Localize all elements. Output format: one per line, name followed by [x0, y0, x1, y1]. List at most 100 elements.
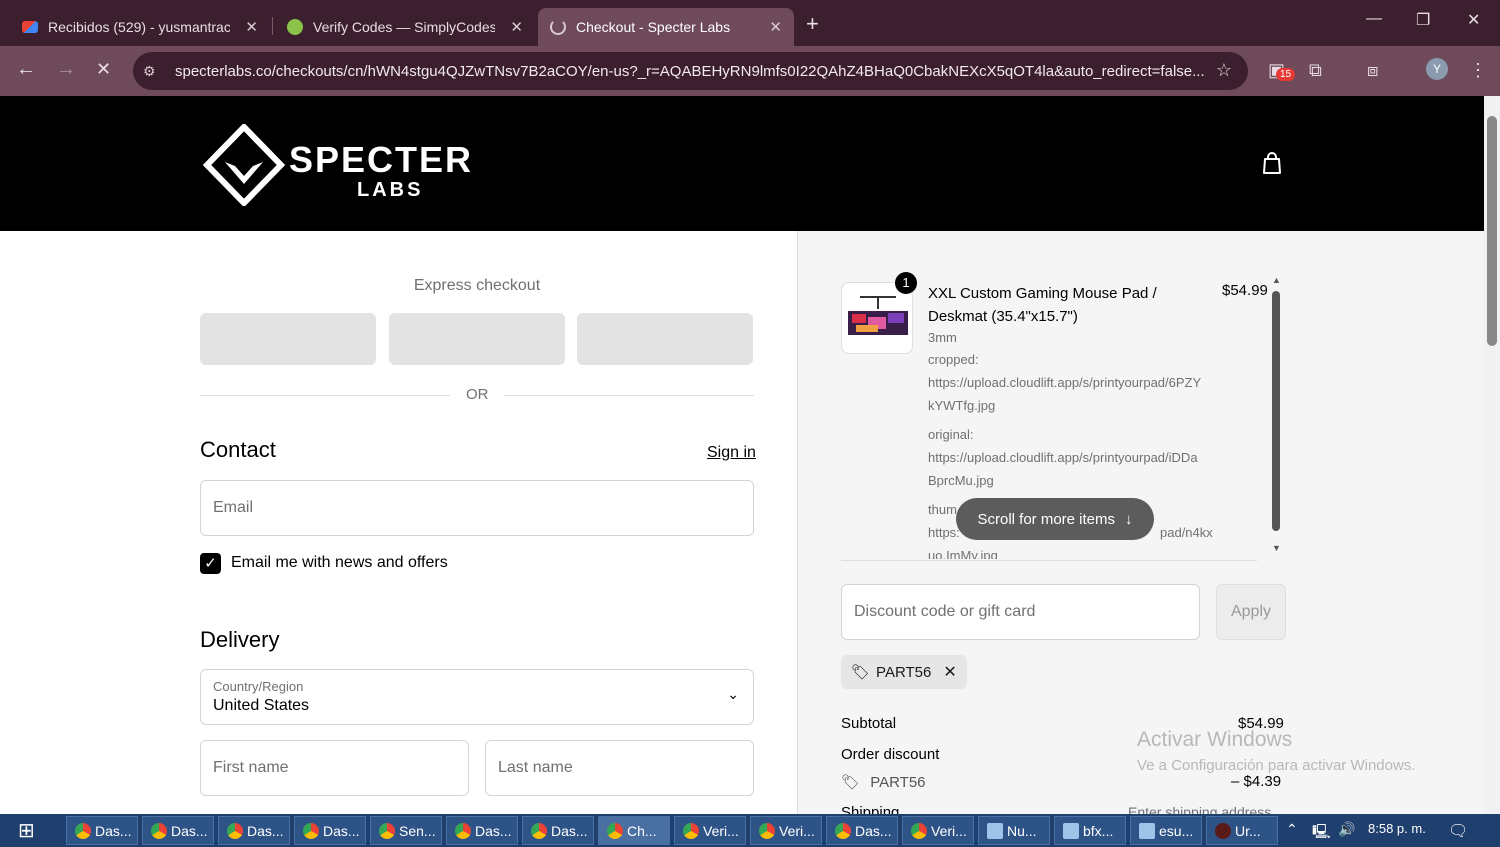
- tag-icon: 🏷: [841, 774, 861, 791]
- puzzle-icon[interactable]: ⧉: [1309, 60, 1322, 81]
- url-text[interactable]: specterlabs.co/checkouts/cn/hWN4stgu4QJZ…: [175, 63, 1205, 80]
- close-tab-icon[interactable]: ✕: [510, 18, 523, 36]
- taskbar-task-label: Sen...: [399, 822, 436, 839]
- taskbar-task[interactable]: bfx...: [1054, 816, 1126, 845]
- taskbar-task-label: esu...: [1159, 822, 1194, 839]
- cast-icon[interactable]: ⧈: [1367, 60, 1378, 81]
- address-bar[interactable]: ⚙ specterlabs.co/checkouts/cn/hWN4stgu4Q…: [133, 52, 1248, 90]
- close-window-icon[interactable]: ✕: [1467, 10, 1480, 30]
- taskbar-task-label: Nu...: [1007, 822, 1037, 839]
- restore-icon[interactable]: ❐: [1416, 10, 1430, 30]
- divider: [200, 395, 450, 396]
- taskbar-task[interactable]: Veri...: [674, 816, 746, 845]
- taskbar-task[interactable]: Ur...: [1206, 816, 1278, 845]
- close-tab-icon[interactable]: ✕: [769, 18, 782, 36]
- subtotal-label: Subtotal: [841, 715, 897, 732]
- news-checkbox-label[interactable]: Email me with news and offers: [231, 554, 448, 572]
- notepad-icon: [987, 822, 1003, 839]
- site-info-icon[interactable]: ⚙: [143, 63, 163, 80]
- product-meta: cropped:: [928, 352, 979, 367]
- windows-watermark-subtitle: Ve a Configuración para activar Windows.: [1137, 757, 1416, 774]
- taskbar-task-label: Ur...: [1235, 822, 1261, 839]
- page-scrollbar[interactable]: [1484, 96, 1500, 814]
- chrome-icon: [759, 822, 775, 839]
- close-tab-icon[interactable]: ✕: [245, 18, 258, 36]
- specter-labs-logo[interactable]: SPECTER LABS: [203, 124, 523, 206]
- bookmark-star-icon[interactable]: ☆: [1216, 60, 1232, 81]
- product-meta: kYWTfg.jpg: [928, 398, 996, 413]
- discount-code-field[interactable]: Discount code or gift card: [841, 584, 1200, 640]
- applied-code-chip: 🏷 PART56 ✕: [841, 655, 967, 689]
- express-pay-button[interactable]: [389, 313, 565, 365]
- sign-in-link[interactable]: Sign in: [707, 444, 756, 462]
- contact-heading: Contact: [200, 437, 276, 462]
- scrollbar-thumb[interactable]: [1487, 116, 1497, 346]
- tab-title: Checkout - Specter Labs: [576, 19, 731, 35]
- taskbar-task[interactable]: Das...: [218, 816, 290, 845]
- shopping-bag-icon[interactable]: [1260, 151, 1284, 175]
- news-checkbox[interactable]: ✓: [200, 553, 221, 574]
- taskbar-task[interactable]: Nu...: [978, 816, 1050, 845]
- express-pay-button[interactable]: [577, 313, 753, 365]
- taskbar-task-label: Das...: [247, 822, 284, 839]
- scroll-more-button[interactable]: Scroll for more items ↓: [956, 498, 1154, 540]
- shipping-label: Shipping: [841, 804, 900, 814]
- email-field[interactable]: Email: [200, 480, 754, 536]
- last-name-field[interactable]: Last name: [485, 740, 754, 796]
- product-meta: BprcMu.jpg: [928, 473, 994, 488]
- taskbar-task[interactable]: Veri...: [750, 816, 822, 845]
- notifications-icon[interactable]: 🗨: [1448, 821, 1468, 841]
- back-icon[interactable]: ←: [16, 58, 36, 81]
- tab-title: Verify Codes — SimplyCodes: [313, 19, 495, 35]
- chrome-icon: [151, 822, 167, 839]
- product-meta: https:: [928, 525, 960, 540]
- order-summary: 1 XXL Custom Gaming Mouse Pad / Deskmat …: [797, 231, 1484, 814]
- order-discount-code: PART56: [870, 774, 926, 791]
- remove-code-icon[interactable]: ✕: [943, 662, 956, 682]
- minimize-icon[interactable]: —: [1366, 10, 1382, 28]
- tab-simplycodes[interactable]: Verify Codes — SimplyCodes ✕: [275, 8, 535, 46]
- network-icon[interactable]: 🖳: [1312, 821, 1331, 845]
- forward-icon[interactable]: →: [56, 58, 76, 81]
- taskbar-task[interactable]: Veri...: [902, 816, 974, 845]
- gmail-icon: [22, 21, 38, 33]
- stop-loading-icon[interactable]: ✕: [96, 59, 111, 80]
- express-pay-button[interactable]: [200, 313, 376, 365]
- menu-icon[interactable]: ⋮: [1469, 60, 1487, 81]
- product-meta: https://upload.cloudlift.app/s/printyour…: [928, 450, 1198, 465]
- taskbar-task[interactable]: Sen...: [370, 816, 442, 845]
- chrome-icon: [683, 822, 699, 839]
- volume-icon[interactable]: 🔊: [1338, 821, 1355, 838]
- clock[interactable]: 8:58 p. m.: [1368, 821, 1426, 836]
- tray-chevron-icon[interactable]: ⌃: [1286, 821, 1298, 838]
- items-scrollbar[interactable]: [1272, 291, 1280, 531]
- avatar[interactable]: Y: [1426, 58, 1448, 80]
- tab-gmail[interactable]: Recibidos (529) - yusmantrack6 ✕: [10, 8, 270, 46]
- new-tab-button[interactable]: +: [806, 11, 819, 37]
- taskbar-task[interactable]: Das...: [826, 816, 898, 845]
- taskbar-task[interactable]: Das...: [522, 816, 594, 845]
- scroll-down-arrow[interactable]: ▼: [1272, 543, 1281, 553]
- browser-toolbar: ← → ✕ ⚙ specterlabs.co/checkouts/cn/hWN4…: [0, 46, 1500, 96]
- order-discount-value: – $4.39: [1231, 773, 1282, 790]
- taskbar-task[interactable]: Ch...: [598, 816, 670, 845]
- chrome-icon: [227, 822, 243, 839]
- checkout-page: SPECTER LABS Express checkout OR Contact…: [0, 96, 1484, 814]
- taskbar-task[interactable]: Das...: [142, 816, 214, 845]
- start-grid-icon[interactable]: ⊞: [18, 818, 35, 843]
- divider: [504, 395, 754, 396]
- country-select[interactable]: Country/Region United States ⌄: [200, 669, 754, 725]
- notepad-icon: [1139, 822, 1155, 839]
- taskbar-task[interactable]: esu...: [1130, 816, 1202, 845]
- taskbar-task[interactable]: Das...: [294, 816, 366, 845]
- apply-button[interactable]: Apply: [1216, 584, 1286, 640]
- product-meta: 3mm: [928, 330, 957, 345]
- first-name-field[interactable]: First name: [200, 740, 469, 796]
- taskbar-task-label: Veri...: [931, 822, 967, 839]
- tab-checkout[interactable]: Checkout - Specter Labs ✕: [538, 8, 794, 46]
- taskbar-task[interactable]: Das...: [66, 816, 138, 845]
- scroll-up-arrow[interactable]: ▲: [1272, 275, 1281, 285]
- taskbar-task[interactable]: Das...: [446, 816, 518, 845]
- taskbar-task-label: Das...: [171, 822, 208, 839]
- taskbar-task-label: Veri...: [703, 822, 739, 839]
